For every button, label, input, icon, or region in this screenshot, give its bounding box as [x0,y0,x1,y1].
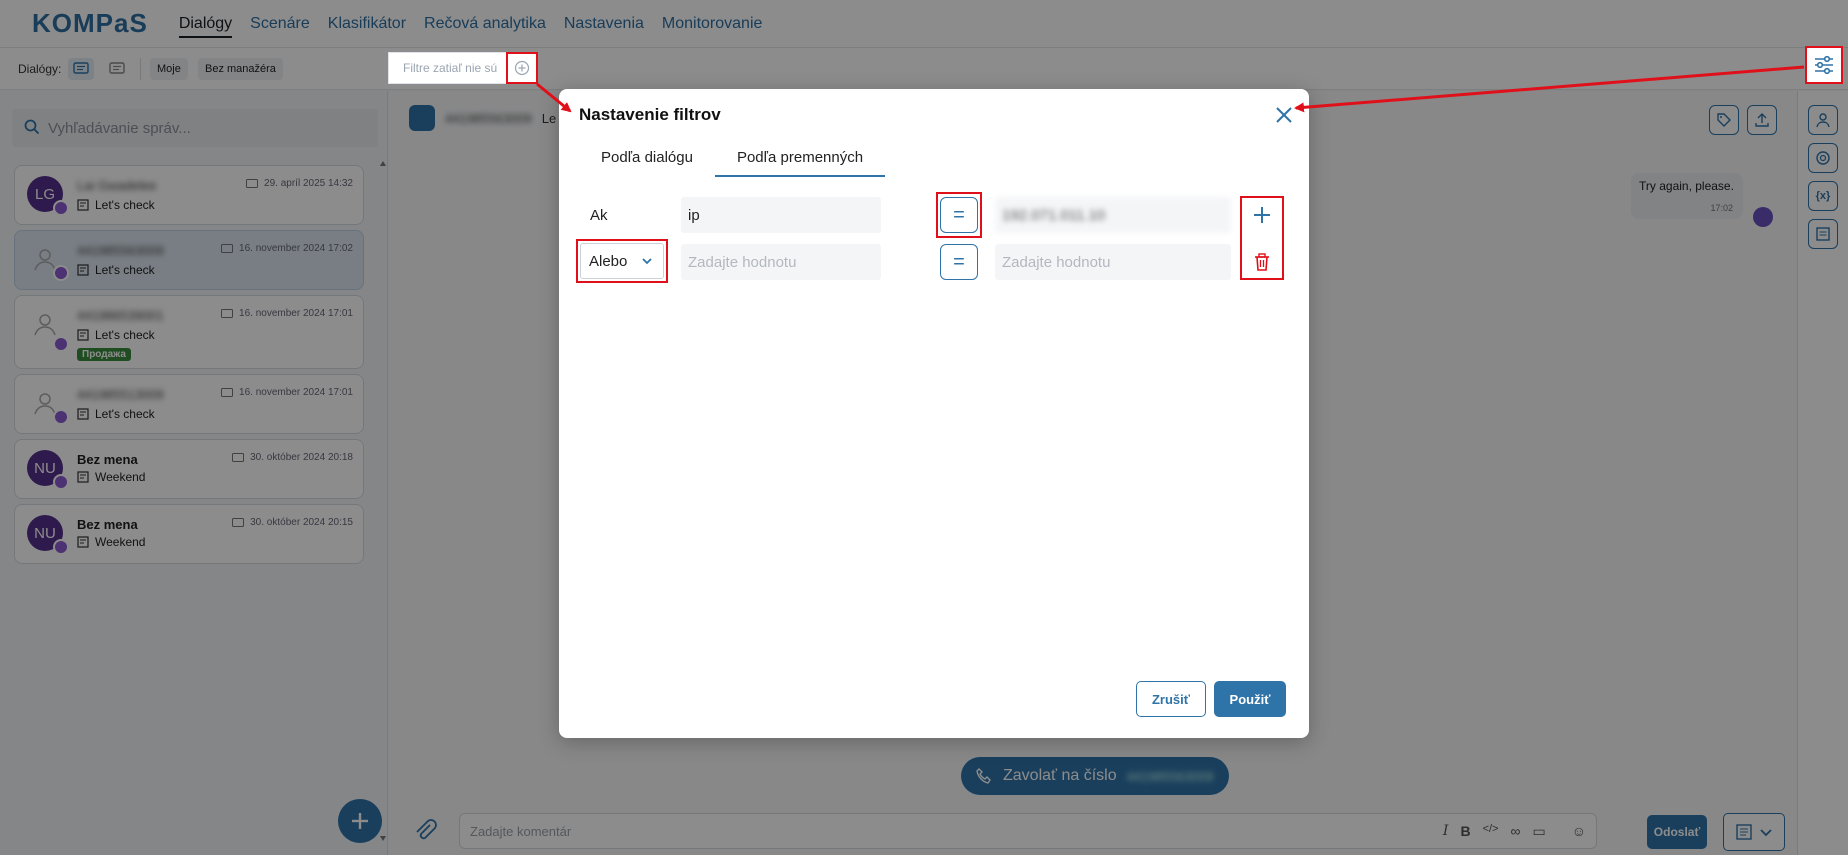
variable-value-input[interactable] [995,244,1231,280]
filter-settings-button[interactable] [1805,46,1843,84]
tab-by-variables[interactable]: Podľa premenných [714,145,886,177]
filter-tabs: Podľa dialógu Podľa premenných [579,145,886,177]
tab-by-dialog[interactable]: Podľa dialógu [579,145,715,177]
trash-icon [1255,253,1269,271]
chevron-down-icon [642,258,652,265]
operator-equals-button[interactable]: = [940,197,978,233]
cancel-button[interactable]: Zrušiť [1136,681,1206,717]
add-filter-button[interactable] [506,52,538,84]
variable-name-input[interactable] [681,244,881,280]
plus-circle-icon [514,60,530,76]
operator-equals-button[interactable]: = [940,244,978,280]
plus-icon [1254,207,1270,223]
delete-condition-button[interactable] [1249,249,1275,275]
close-icon [1276,107,1292,123]
condition-if-label: Ak [590,207,608,224]
connector-value: Alebo [589,252,628,270]
variable-name-input[interactable] [681,197,881,233]
filter-summary-field[interactable]: Filtre zatiaľ nie sú [388,52,506,84]
close-button[interactable] [1272,103,1296,127]
filter-settings-modal: Nastavenie filtrov Podľa dialógu Podľa p… [559,89,1309,738]
connector-select[interactable]: Alebo [580,243,664,279]
add-condition-button[interactable] [1249,202,1275,228]
apply-button[interactable]: Použiť [1214,681,1286,717]
sliders-icon [1815,55,1833,75]
variable-value-input[interactable] [995,197,1231,233]
modal-title: Nastavenie filtrov [579,105,721,124]
